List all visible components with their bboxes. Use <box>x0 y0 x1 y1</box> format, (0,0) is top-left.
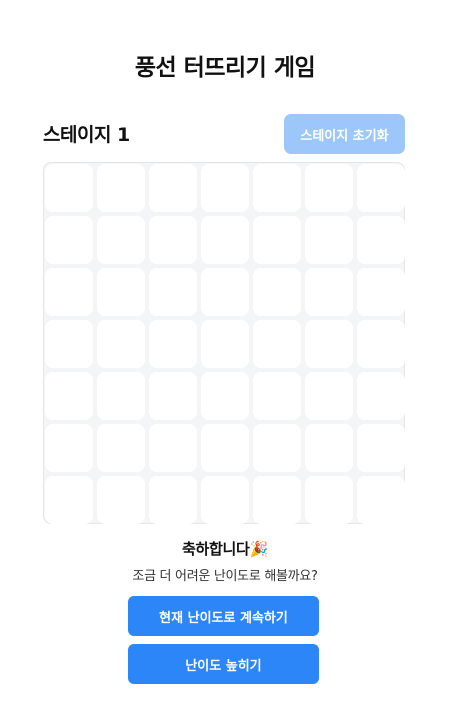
board-cell[interactable] <box>97 268 145 316</box>
board-cell[interactable] <box>97 372 145 420</box>
board-cell[interactable] <box>305 424 353 472</box>
page-title: 풍선 터뜨리기 게임 <box>134 55 316 81</box>
board-cell[interactable] <box>149 476 197 524</box>
board-cell[interactable] <box>253 476 301 524</box>
board-cell[interactable] <box>305 372 353 420</box>
board-cell[interactable] <box>305 164 353 212</box>
board-cell[interactable] <box>201 320 249 368</box>
board-cell[interactable] <box>149 372 197 420</box>
increase-difficulty-button[interactable]: 난이도 높히기 <box>128 644 319 684</box>
board-cell[interactable] <box>357 476 405 524</box>
board-cell[interactable] <box>357 372 405 420</box>
board-cell[interactable] <box>201 424 249 472</box>
board-cell[interactable] <box>357 320 405 368</box>
board-cell[interactable] <box>97 216 145 264</box>
board-cell[interactable] <box>97 476 145 524</box>
difficulty-suggestion: 조금 더 어려운 난이도로 해볼까요? <box>132 569 318 584</box>
reset-stage-button[interactable]: 스테이지 초기화 <box>284 114 405 154</box>
board-cell[interactable] <box>97 424 145 472</box>
board-cell[interactable] <box>357 268 405 316</box>
board-cell[interactable] <box>149 424 197 472</box>
board-cell[interactable] <box>305 476 353 524</box>
board-cell[interactable] <box>149 268 197 316</box>
board-cell[interactable] <box>201 372 249 420</box>
board-cell[interactable] <box>201 216 249 264</box>
board-cell[interactable] <box>45 372 93 420</box>
board-cell[interactable] <box>45 164 93 212</box>
board-cell[interactable] <box>305 268 353 316</box>
board-cell[interactable] <box>45 268 93 316</box>
board-cell[interactable] <box>201 476 249 524</box>
board-cell[interactable] <box>45 476 93 524</box>
board-cell[interactable] <box>97 320 145 368</box>
board-cell[interactable] <box>97 164 145 212</box>
board-cell[interactable] <box>253 320 301 368</box>
board-cell[interactable] <box>253 372 301 420</box>
stage-label: 스테이지 1 <box>43 124 130 146</box>
board-cell[interactable] <box>253 164 301 212</box>
board-cell[interactable] <box>305 320 353 368</box>
congrats-heading: 축하합니다🎉 <box>182 540 268 558</box>
game-board <box>43 162 405 524</box>
board-cell[interactable] <box>45 424 93 472</box>
board-cell[interactable] <box>149 320 197 368</box>
board-cell[interactable] <box>201 268 249 316</box>
board-cell[interactable] <box>201 164 249 212</box>
board-cell[interactable] <box>357 424 405 472</box>
board-cell[interactable] <box>253 424 301 472</box>
board-cell[interactable] <box>45 320 93 368</box>
board-cell[interactable] <box>357 216 405 264</box>
board-cell[interactable] <box>45 216 93 264</box>
board-cell[interactable] <box>253 216 301 264</box>
board-cell[interactable] <box>305 216 353 264</box>
board-cell[interactable] <box>149 216 197 264</box>
continue-same-difficulty-button[interactable]: 현재 난이도로 계속하기 <box>128 596 319 636</box>
board-cell[interactable] <box>149 164 197 212</box>
board-cell[interactable] <box>357 164 405 212</box>
board-cell[interactable] <box>253 268 301 316</box>
